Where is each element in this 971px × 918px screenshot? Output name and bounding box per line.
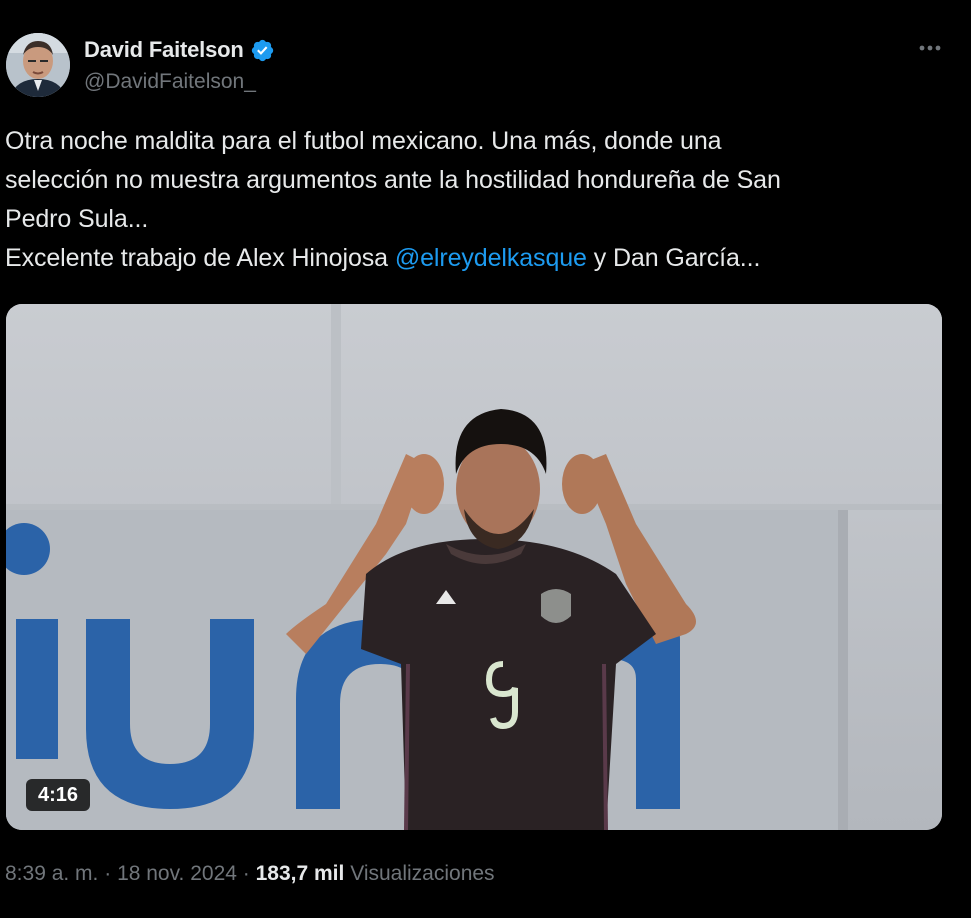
avatar-image (6, 33, 70, 97)
tweet-text-line: Otra noche maldita para el futbol mexica… (5, 127, 722, 155)
meta-separator: · (236, 862, 256, 885)
tweet-date[interactable]: 18 nov. 2024 (117, 862, 237, 885)
author-name[interactable]: David Faitelson (84, 37, 244, 63)
tweet-time[interactable]: 8:39 a. m. (5, 862, 98, 885)
video-player[interactable]: 4:16 (6, 304, 942, 830)
author-name-row[interactable]: David Faitelson (84, 35, 275, 65)
tweet-metadata: 8:39 a. m. · 18 nov. 2024 · 183,7 mil Vi… (5, 862, 495, 886)
more-options-icon[interactable] (914, 34, 946, 62)
tweet-text-segment: y Dan García... (586, 244, 761, 272)
views-label: Visualizaciones (344, 862, 495, 885)
mention-link[interactable]: @elreydelkasque (395, 244, 587, 272)
tweet-text-line: Excelente trabajo de Alex Hinojosa @elre… (5, 239, 955, 278)
avatar[interactable] (6, 33, 70, 97)
views-count: 183,7 mil (255, 862, 345, 885)
video-duration-badge: 4:16 (26, 779, 91, 811)
tweet-text-line: Pedro Sula... (5, 205, 149, 233)
tweet-text-line: selección no muestra argumentos ante la … (5, 166, 781, 194)
video-thumbnail (6, 304, 942, 830)
author-handle[interactable]: @DavidFaitelson_ (84, 70, 256, 94)
tweet-text-segment: Excelente trabajo de Alex Hinojosa (5, 244, 395, 272)
meta-separator: · (98, 862, 118, 885)
verified-badge-icon (251, 39, 273, 61)
tweet-text: Otra noche maldita para el futbol mexica… (5, 122, 955, 278)
